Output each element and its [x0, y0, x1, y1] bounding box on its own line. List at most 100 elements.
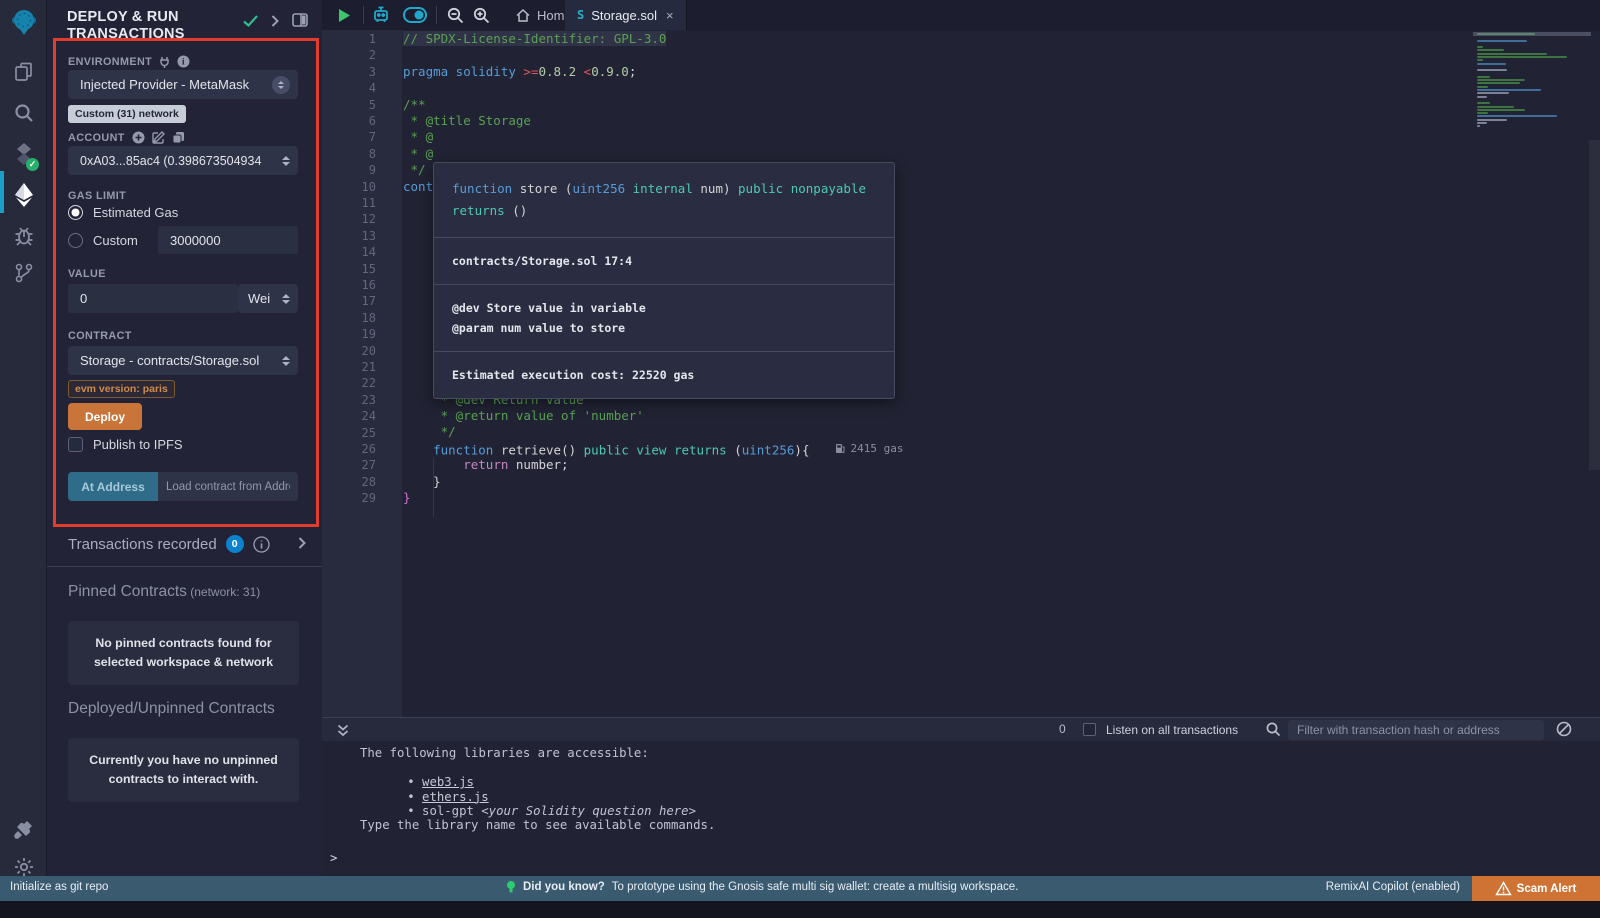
- at-address-input[interactable]: [158, 472, 298, 501]
- solidity-file-icon: S: [577, 8, 584, 22]
- code-line[interactable]: pragma solidity >=0.8.2 <0.9.0;: [403, 64, 1460, 80]
- did-you-know-text: To prototype using the Gnosis safe multi…: [612, 881, 1019, 893]
- svg-text:i: i: [182, 57, 185, 67]
- code-token: function: [433, 442, 493, 457]
- code-line[interactable]: /**: [403, 97, 1460, 113]
- transactions-expand-chevron-icon[interactable]: [298, 536, 306, 553]
- custom-gas-input[interactable]: [158, 226, 298, 254]
- debugger-icon[interactable]: [0, 219, 47, 253]
- value-input[interactable]: [68, 284, 238, 313]
- search-icon[interactable]: [0, 96, 47, 130]
- tab-close-icon[interactable]: ×: [666, 8, 674, 23]
- editor-minimap[interactable]: [1477, 33, 1587, 129]
- zoom-out-icon[interactable]: [442, 0, 468, 30]
- account-select[interactable]: 0xA03...85ac4 (0.398673504934: [68, 146, 298, 175]
- git-init-status[interactable]: Initialize as git repo: [10, 881, 108, 893]
- select-arrows-icon: [282, 156, 290, 166]
- estimated-gas-radio[interactable]: [68, 205, 83, 220]
- publish-ipfs-row[interactable]: Publish to IPFS: [68, 437, 183, 452]
- plugin-manager-icon[interactable]: [0, 812, 47, 846]
- minimap-row: [1477, 82, 1520, 84]
- tab-storage-sol[interactable]: S Storage.sol ×: [565, 0, 687, 30]
- code-line[interactable]: }: [403, 490, 1460, 506]
- panel-pin-icon[interactable]: [292, 13, 308, 32]
- custom-gas-radio-row[interactable]: Custom: [68, 233, 138, 248]
- code-line[interactable]: * @title Storage: [403, 113, 1460, 129]
- zoom-in-icon[interactable]: [468, 0, 494, 30]
- git-icon[interactable]: [0, 256, 47, 290]
- deploy-run-icon[interactable]: [0, 178, 47, 212]
- contract-select[interactable]: Storage - contracts/Storage.sol: [68, 346, 298, 375]
- custom-gas-radio[interactable]: [68, 233, 83, 248]
- code-token: [403, 311, 433, 326]
- code-line[interactable]: * @: [403, 146, 1460, 162]
- solgpt-label: sol-gpt: [422, 804, 481, 818]
- code-line[interactable]: // SPDX-License-Identifier: GPL-3.0: [403, 31, 1460, 47]
- code-line[interactable]: * @return value of 'number': [403, 408, 1460, 424]
- solidity-compiler-icon[interactable]: ✓: [0, 137, 47, 171]
- estimated-gas-radio-row[interactable]: Estimated Gas: [68, 205, 178, 220]
- terminal-expand-icon[interactable]: [330, 718, 356, 742]
- remix-logo-icon[interactable]: [0, 6, 47, 40]
- compile-success-badge: ✓: [26, 158, 39, 171]
- plug-icon[interactable]: [159, 56, 170, 68]
- code-line[interactable]: }: [403, 474, 1460, 490]
- deploy-button[interactable]: Deploy: [68, 403, 142, 430]
- contract-value: Storage - contracts/Storage.sol: [80, 353, 272, 368]
- minimap-row: [1477, 40, 1527, 42]
- code-token: * @return value of 'number': [403, 408, 644, 423]
- info-icon[interactable]: i: [177, 55, 190, 68]
- section-divider: [47, 566, 322, 567]
- code-token: [493, 442, 501, 457]
- code-token: pragma solidity: [403, 64, 523, 79]
- at-address-button[interactable]: At Address: [68, 472, 158, 501]
- code-token: */: [403, 162, 426, 177]
- minimap-row: [1477, 46, 1483, 48]
- code-line[interactable]: * @: [403, 129, 1460, 145]
- editor-scrollbar[interactable]: [1589, 140, 1600, 470]
- edit-account-icon[interactable]: [152, 131, 165, 144]
- run-script-button[interactable]: [330, 0, 358, 30]
- code-line[interactable]: [403, 47, 1460, 63]
- add-account-icon[interactable]: [132, 131, 145, 144]
- scam-alert-button[interactable]: Scam Alert: [1472, 876, 1600, 901]
- copilot-status[interactable]: RemixAI Copilot (enabled): [1326, 881, 1460, 893]
- code-editor[interactable]: 1234567891011121314151617181920212223242…: [322, 30, 1600, 717]
- code-line[interactable]: [403, 80, 1460, 96]
- copy-account-icon[interactable]: [172, 131, 185, 144]
- listen-transactions-checkbox[interactable]: [1083, 723, 1096, 736]
- transactions-recorded-label: Transactions recorded: [68, 536, 217, 553]
- copilot-toggle[interactable]: [398, 0, 432, 30]
- tooltip-signature-token: store (: [512, 181, 572, 196]
- terminal-prompt[interactable]: >: [330, 851, 337, 865]
- transactions-info-icon[interactable]: [253, 536, 270, 553]
- clear-terminal-icon[interactable]: [1556, 721, 1572, 742]
- minimap-row: [1477, 109, 1525, 111]
- code-token: }: [403, 490, 411, 505]
- minimap-row: [1477, 106, 1514, 108]
- code-line[interactable]: */: [403, 424, 1460, 440]
- icon-panel: ✓: [0, 0, 47, 876]
- environment-select[interactable]: Injected Provider - MetaMask: [68, 70, 298, 99]
- tab-storage-label: Storage.sol: [591, 8, 657, 23]
- panel-collapse-chevron-icon[interactable]: [271, 14, 279, 32]
- terminal-hint-line: Type the library name to see available c…: [360, 818, 715, 832]
- pinned-network-subtitle: (network: 31): [187, 585, 260, 599]
- value-unit-select[interactable]: Wei: [238, 284, 298, 313]
- terminal-tx-count: 0: [1059, 722, 1066, 736]
- file-explorer-icon[interactable]: [0, 55, 47, 89]
- code-token: returns: [674, 442, 727, 457]
- panel-title: DEPLOY & RUN TRANSACTIONS: [67, 9, 237, 44]
- publish-ipfs-checkbox[interactable]: [68, 437, 83, 452]
- remixai-assistant-icon[interactable]: [366, 0, 396, 30]
- code-token: 0.9.0: [591, 64, 629, 79]
- minimap-row: [1477, 96, 1487, 98]
- code-line[interactable]: return number;: [403, 457, 1460, 473]
- code-line[interactable]: function retrieve() public view returns …: [403, 441, 1460, 457]
- editor-toolbar: Home S Storage.sol ×: [322, 0, 1600, 30]
- terminal-intro-line: The following libraries are accessible:: [360, 746, 649, 760]
- code-token: [403, 457, 463, 472]
- transaction-filter-input[interactable]: [1288, 720, 1544, 740]
- environment-value: Injected Provider - MetaMask: [80, 77, 272, 92]
- terminal-output[interactable]: The following libraries are accessible: …: [322, 741, 1600, 876]
